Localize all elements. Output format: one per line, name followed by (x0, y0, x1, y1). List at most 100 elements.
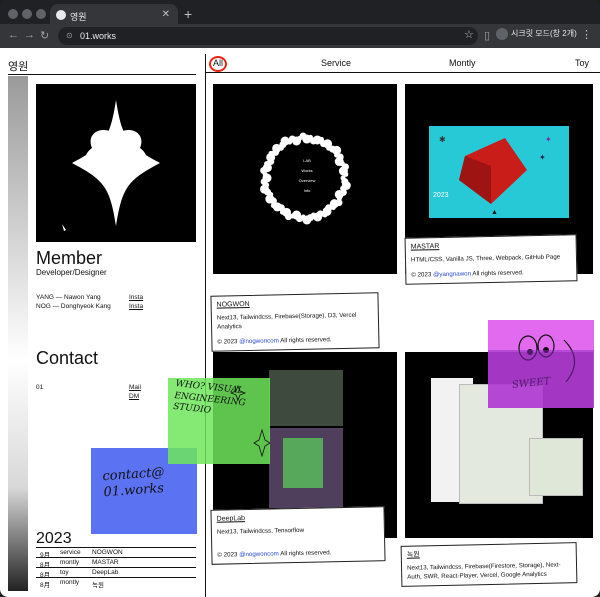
arrow-icon: ▲ (491, 209, 498, 216)
browser-window: 영원 ✕ + ← → ↻ ⊙ 01.works ☆ ▯ 시크릿 모드(창 2개)… (0, 0, 600, 597)
copy-suffix: All rights reserved. (472, 269, 524, 278)
copy-prefix: © 2023 (217, 338, 238, 346)
incognito-indicator[interactable]: 시크릿 모드(창 2개) (496, 28, 577, 40)
menu-info[interactable]: Info (295, 186, 319, 196)
filter-service[interactable]: Service (321, 58, 351, 68)
member-insta-link[interactable]: Insta (129, 294, 143, 301)
mastar-screenshot: ✱ ✦ ✦ ▲ 2023 (429, 126, 569, 218)
log-type: toy (60, 569, 69, 576)
menu-lab[interactable]: LAB (295, 156, 319, 166)
filter-montly[interactable]: Montly (449, 58, 476, 68)
project-stack: HTML/CSS, Vanilla JS, Three, Webpack, Gi… (410, 253, 561, 264)
reload-icon[interactable]: ↻ (40, 29, 49, 42)
right-column: All Service Montly Toy LAB Works Overvie… (205, 48, 600, 597)
deeplab-photo-1 (269, 370, 343, 426)
sparkle-doodle-icon (229, 384, 270, 458)
copy-handle[interactable]: @nogwoncom (239, 337, 279, 345)
log-type: service (60, 549, 81, 556)
browser-menu-icon[interactable]: ⋮ (581, 28, 592, 41)
log-name: NOGWON (92, 549, 123, 556)
url-text: 01.works (80, 31, 117, 41)
back-icon[interactable]: ← (8, 29, 19, 41)
log-name: DeepLab (92, 569, 119, 576)
member-row: YANG — Nawon Yang (36, 294, 101, 301)
green-sticky-note[interactable]: WHO? VISUAL ENGINEERING STUDIO (168, 378, 270, 464)
project-name[interactable]: MASTAR (411, 239, 571, 253)
log-name: 녹원 (92, 582, 104, 589)
close-window-icon[interactable] (8, 9, 18, 19)
project-copyright: © 2023 @yangnawon All rights reserved. (411, 267, 571, 280)
red-cube-graphic: ✱ ✦ ✦ ▲ (439, 135, 552, 216)
left-column: 영원 Member Developer/Designer YANG — Nawo… (0, 48, 205, 597)
copy-handle[interactable]: @nogwoncom (239, 550, 279, 558)
minimize-window-icon[interactable] (22, 9, 32, 19)
contact-number: 01 (36, 384, 44, 391)
project-copyright: © 2023 @nogwoncom All rights reserved. (217, 547, 379, 560)
menu-works[interactable]: Works (295, 166, 319, 176)
log-name: MASTAR (92, 559, 119, 566)
new-tab-icon[interactable]: + (184, 6, 192, 22)
project-stack: Next13, Tailwindcss, Firebase(Storage), … (216, 311, 357, 331)
log-type: montly (60, 579, 80, 586)
project-card-nogwon[interactable]: LAB Works Overview Info (213, 84, 397, 274)
project-info-nogwon: NOGWON Next13, Tailwindcss, Firebase(Sto… (210, 292, 380, 353)
nokwon-screenshot-3 (529, 438, 583, 496)
project-info-deeplab: DeepLab Next13, Tailwindcss, Tensorflow … (210, 506, 386, 565)
close-tab-icon[interactable]: ✕ (162, 9, 170, 20)
favicon-icon (56, 10, 66, 20)
address-bar[interactable]: ⊙ 01.works (58, 27, 478, 45)
gradient-bar (8, 76, 28, 591)
purple-overlay (488, 350, 594, 408)
project-name[interactable]: DeepLab (217, 511, 379, 525)
log-row[interactable]: 8月 toy DeepLab (36, 567, 196, 579)
project-name[interactable]: 녹원 (407, 547, 571, 561)
project-info-mastar: MASTAR HTML/CSS, Vanilla JS, Three, Webp… (404, 234, 578, 285)
incognito-label: 시크릿 모드(창 2개) (511, 29, 577, 39)
menu-overview[interactable]: Overview (295, 176, 319, 186)
project-info-nokwon: 녹원 Next13, Tailwindcss, Firebase(Firesto… (400, 542, 578, 587)
log-type: montly (60, 559, 80, 566)
project-stack: Next13, Tailwindcss, Firebase(Firestore,… (406, 561, 561, 581)
contact-heading: Contact (36, 348, 99, 368)
copy-suffix: All rights reserved. (280, 549, 332, 558)
tab-title: 영원 (70, 12, 87, 22)
filter-toy[interactable]: Toy (575, 58, 589, 68)
filter-all[interactable]: All (213, 58, 223, 68)
logo-panel (36, 84, 196, 242)
copy-prefix: © 2023 (411, 271, 432, 279)
star-icon: ✱ (439, 135, 446, 144)
mastar-screen-year: 2023 (433, 192, 449, 199)
copy-handle[interactable]: @yangnawon (433, 270, 471, 278)
site-title[interactable]: 영원 (8, 58, 28, 74)
project-stack: Next13, Tailwindcss, Tensorflow (216, 526, 305, 536)
blue-note-text: contact@ 01.works (101, 464, 165, 501)
project-copyright: © 2023 @nogwoncom All rights reserved. (217, 334, 373, 347)
log-row[interactable]: 8月 montly MASTAR (36, 557, 196, 569)
toolbar: ← → ↻ ⊙ 01.works ☆ ▯ 시크릿 모드(창 2개) ⋮ (0, 24, 600, 48)
forward-icon[interactable]: → (24, 29, 35, 41)
star-icon: ✦ (539, 153, 546, 162)
mail-link[interactable]: Mail (129, 384, 141, 391)
log-row[interactable]: 8月 montly 녹원 (36, 577, 196, 589)
side-panel-icon[interactable]: ▯ (484, 29, 490, 42)
deeplab-photo-2 (269, 428, 343, 508)
segmentation-overlay (283, 438, 323, 488)
copy-prefix: © 2023 (217, 551, 238, 559)
maximize-window-icon[interactable] (36, 9, 46, 19)
project-name[interactable]: NOGWON (217, 297, 373, 311)
member-subtitle: Developer/Designer (36, 268, 107, 277)
member-heading: Member (36, 248, 103, 268)
member-insta-link[interactable]: Insta (129, 303, 143, 310)
web-page: 영원 Member Developer/Designer YANG — Nawo… (0, 48, 600, 597)
incognito-icon (496, 28, 508, 40)
site-info-icon[interactable]: ⊙ (66, 31, 73, 40)
divider (8, 74, 196, 75)
dm-link[interactable]: DM (129, 393, 139, 400)
star-icon: ✦ (545, 135, 552, 144)
year-heading: 2023 (36, 530, 72, 547)
member-row: NOG — Donghyeok Kang (36, 303, 111, 310)
log-row[interactable]: 9月 service NOGWON (36, 547, 196, 559)
sparkle-logo-icon (62, 100, 160, 231)
copy-suffix: All rights reserved. (280, 336, 332, 345)
bookmark-star-icon[interactable]: ☆ (464, 28, 474, 41)
